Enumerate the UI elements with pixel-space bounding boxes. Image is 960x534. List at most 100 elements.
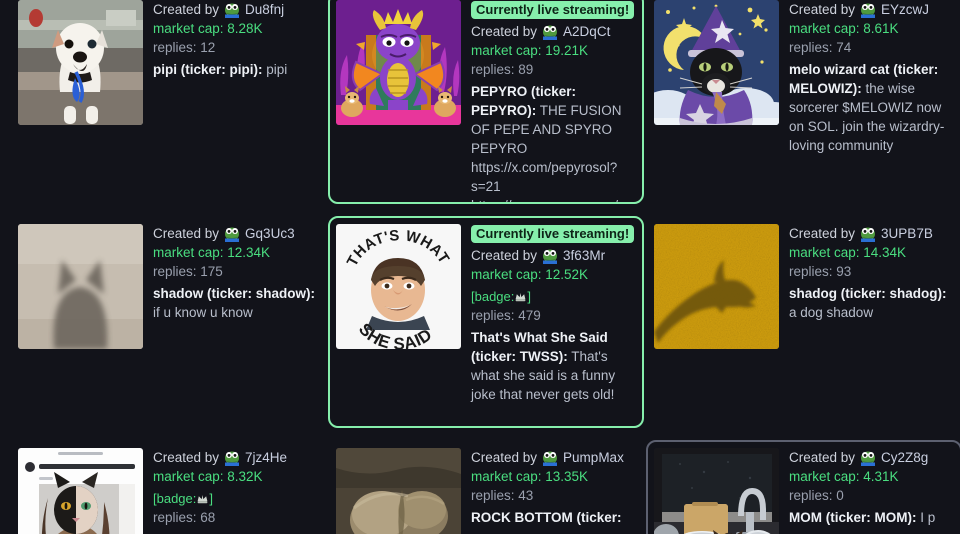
token-card-twss[interactable]: THAT'S WHAT SHE SAID Currently live stre… bbox=[328, 216, 644, 428]
token-title: shadog (ticker: shadog): bbox=[789, 286, 947, 301]
thats-what-she-said-sticker: THAT'S WHAT SHE SAID bbox=[336, 224, 461, 349]
token-card-halfcat[interactable]: Created by 7jz4He market cap: 8.32K [bad… bbox=[10, 440, 326, 534]
replies-count: replies: 12 bbox=[153, 40, 216, 55]
marketcap-row: market cap: 4.31K bbox=[789, 468, 954, 486]
pepe-avatar-icon bbox=[861, 3, 876, 18]
token-card-pepyro[interactable]: Currently live streaming! Created by A2D… bbox=[328, 0, 644, 204]
live-streaming-badge[interactable]: Currently live streaming! bbox=[471, 1, 635, 19]
marketcap-row: market cap: 13.35K bbox=[471, 468, 636, 486]
token-thumbnail-twss[interactable]: THAT'S WHAT SHE SAID bbox=[336, 224, 461, 349]
market-cap-value: market cap: 19.21K bbox=[471, 43, 589, 58]
token-desc-text: if u know u know bbox=[153, 305, 253, 320]
pepe-avatar-icon bbox=[225, 3, 240, 18]
market-cap-value: market cap: 12.34K bbox=[153, 245, 271, 260]
marketcap-row: market cap: 8.61K bbox=[789, 20, 954, 38]
creator-handle[interactable]: 7jz4He bbox=[245, 449, 287, 467]
token-thumbnail-halfcat[interactable] bbox=[18, 448, 143, 534]
token-info: Created by 7jz4He market cap: 8.32K [bad… bbox=[153, 448, 318, 534]
chatgpt-halfcat-screenshot bbox=[18, 448, 143, 534]
pepe-avatar-icon bbox=[225, 451, 240, 466]
creator-row: Created by Du8fnj bbox=[153, 1, 318, 19]
marketcap-row: market cap: 8.32K [badge:] bbox=[153, 468, 318, 508]
token-description: halfcat (ticker: halfca bbox=[153, 530, 318, 534]
created-by-label: Created by bbox=[789, 2, 856, 17]
creator-row: Created by PumpMax bbox=[471, 449, 636, 467]
pepe-avatar-icon bbox=[861, 227, 876, 242]
pepe-avatar-icon bbox=[543, 451, 558, 466]
creator-row: Created by A2DqCt bbox=[471, 23, 636, 41]
token-description: That's What She Said (ticker: TWSS): Tha… bbox=[471, 328, 636, 404]
token-thumbnail-white-puppy[interactable] bbox=[18, 0, 143, 125]
cat-shadow-wall-photo bbox=[18, 224, 143, 349]
token-thumbnail-dog-shadow[interactable] bbox=[654, 224, 779, 349]
created-by-label: Created by bbox=[153, 226, 220, 241]
badge-tag[interactable]: [badge:] bbox=[153, 490, 213, 508]
token-title: MOM (ticker: MOM): bbox=[789, 510, 917, 525]
token-desc-text: a dog shadow bbox=[789, 305, 874, 320]
token-card-mom[interactable]: Created by Cy2Z8g market cap: 4.31K repl… bbox=[646, 440, 960, 534]
market-cap-value: market cap: 12.52K bbox=[471, 267, 589, 282]
token-description: shadow (ticker: shadow): if u know u kno… bbox=[153, 284, 318, 322]
token-card-rockbottom[interactable]: Created by PumpMax market cap: 13.35K re… bbox=[328, 440, 644, 534]
market-cap-value: market cap: 8.32K bbox=[153, 469, 263, 484]
live-streaming-badge[interactable]: Currently live streaming! bbox=[471, 225, 635, 243]
rock-formation-photo bbox=[336, 448, 461, 534]
token-card-shadow[interactable]: Created by Gq3Uc3 market cap: 12.34K rep… bbox=[10, 216, 326, 428]
market-cap-value: market cap: 8.28K bbox=[153, 21, 263, 36]
token-title: shadow (ticker: shadow): bbox=[153, 286, 316, 301]
token-title: pipi (ticker: pipi): bbox=[153, 62, 263, 77]
token-thumbnail-wizard-cat[interactable] bbox=[654, 0, 779, 125]
token-description: PEPYRO (ticker: PEPYRO): THE FUSION OF P… bbox=[471, 82, 636, 202]
creator-handle[interactable]: PumpMax bbox=[563, 449, 624, 467]
kitchen-sink-cat-photo bbox=[654, 448, 779, 534]
created-by-label: Created by bbox=[789, 450, 856, 465]
token-description: ROCK BOTTOM (ticker: bbox=[471, 508, 636, 527]
creator-handle[interactable]: A2DqCt bbox=[563, 23, 610, 41]
crown-badge-icon bbox=[198, 494, 208, 503]
token-card-pipi[interactable]: Created by Du8fnj market cap: 8.28K repl… bbox=[10, 0, 326, 204]
marketcap-row: market cap: 8.28K bbox=[153, 20, 318, 38]
token-info: Created by Du8fnj market cap: 8.28K repl… bbox=[153, 0, 318, 79]
token-card-melowiz[interactable]: Created by EYzcwJ market cap: 8.61K repl… bbox=[646, 0, 960, 204]
token-info: Created by Gq3Uc3 market cap: 12.34K rep… bbox=[153, 224, 318, 322]
replies-count: replies: 175 bbox=[153, 264, 223, 279]
created-by-label: Created by bbox=[153, 450, 220, 465]
market-cap-value: market cap: 14.34K bbox=[789, 245, 907, 260]
token-thumbnail-kitchen-cat[interactable] bbox=[654, 448, 779, 534]
created-by-label: Created by bbox=[153, 2, 220, 17]
creator-handle[interactable]: Gq3Uc3 bbox=[245, 225, 295, 243]
creator-handle[interactable]: Du8fnj bbox=[245, 1, 284, 19]
creator-row: Created by 7jz4He bbox=[153, 449, 318, 467]
token-desc-text: pipi bbox=[262, 62, 288, 77]
badge-open-label: [badge: bbox=[471, 289, 515, 304]
created-by-label: Created by bbox=[471, 24, 538, 39]
creator-handle[interactable]: 3f63Mr bbox=[563, 247, 605, 265]
creator-handle[interactable]: EYzcwJ bbox=[881, 1, 929, 19]
market-cap-value: market cap: 8.61K bbox=[789, 21, 899, 36]
dog-hand-shadow-yellow-wall-photo bbox=[654, 224, 779, 349]
replies-count: replies: 68 bbox=[153, 510, 216, 525]
creator-row: Created by Gq3Uc3 bbox=[153, 225, 318, 243]
creator-handle[interactable]: 3UPB7B bbox=[881, 225, 933, 243]
creator-handle[interactable]: Cy2Z8g bbox=[881, 449, 928, 467]
token-card-shadog[interactable]: Created by 3UPB7B market cap: 14.34K rep… bbox=[646, 216, 960, 428]
badge-tag[interactable]: [badge:] bbox=[471, 288, 531, 306]
token-info: Currently live streaming! Created by A2D… bbox=[471, 0, 636, 202]
wizard-cat-photo bbox=[654, 0, 779, 125]
pepe-avatar-icon bbox=[861, 451, 876, 466]
token-description: melo wizard cat (ticker: MELOWIZ): the w… bbox=[789, 60, 954, 155]
creator-row: Created by EYzcwJ bbox=[789, 1, 954, 19]
token-thumbnail-cat-shadow[interactable] bbox=[18, 224, 143, 349]
creator-row: Created by Cy2Z8g bbox=[789, 449, 954, 467]
token-description: shadog (ticker: shadog): a dog shadow bbox=[789, 284, 954, 322]
token-thumbnail-rock[interactable] bbox=[336, 448, 461, 534]
purple-dragon-throne-art bbox=[336, 0, 461, 125]
marketcap-row: market cap: 12.34K bbox=[153, 244, 318, 262]
creator-row: Created by 3f63Mr bbox=[471, 247, 636, 265]
token-description: pipi (ticker: pipi): pipi bbox=[153, 60, 318, 79]
pepe-avatar-icon bbox=[543, 25, 558, 40]
token-thumbnail-pepyro[interactable] bbox=[336, 0, 461, 125]
market-cap-value: market cap: 13.35K bbox=[471, 469, 589, 484]
created-by-label: Created by bbox=[471, 248, 538, 263]
replies-count: replies: 43 bbox=[471, 488, 534, 503]
